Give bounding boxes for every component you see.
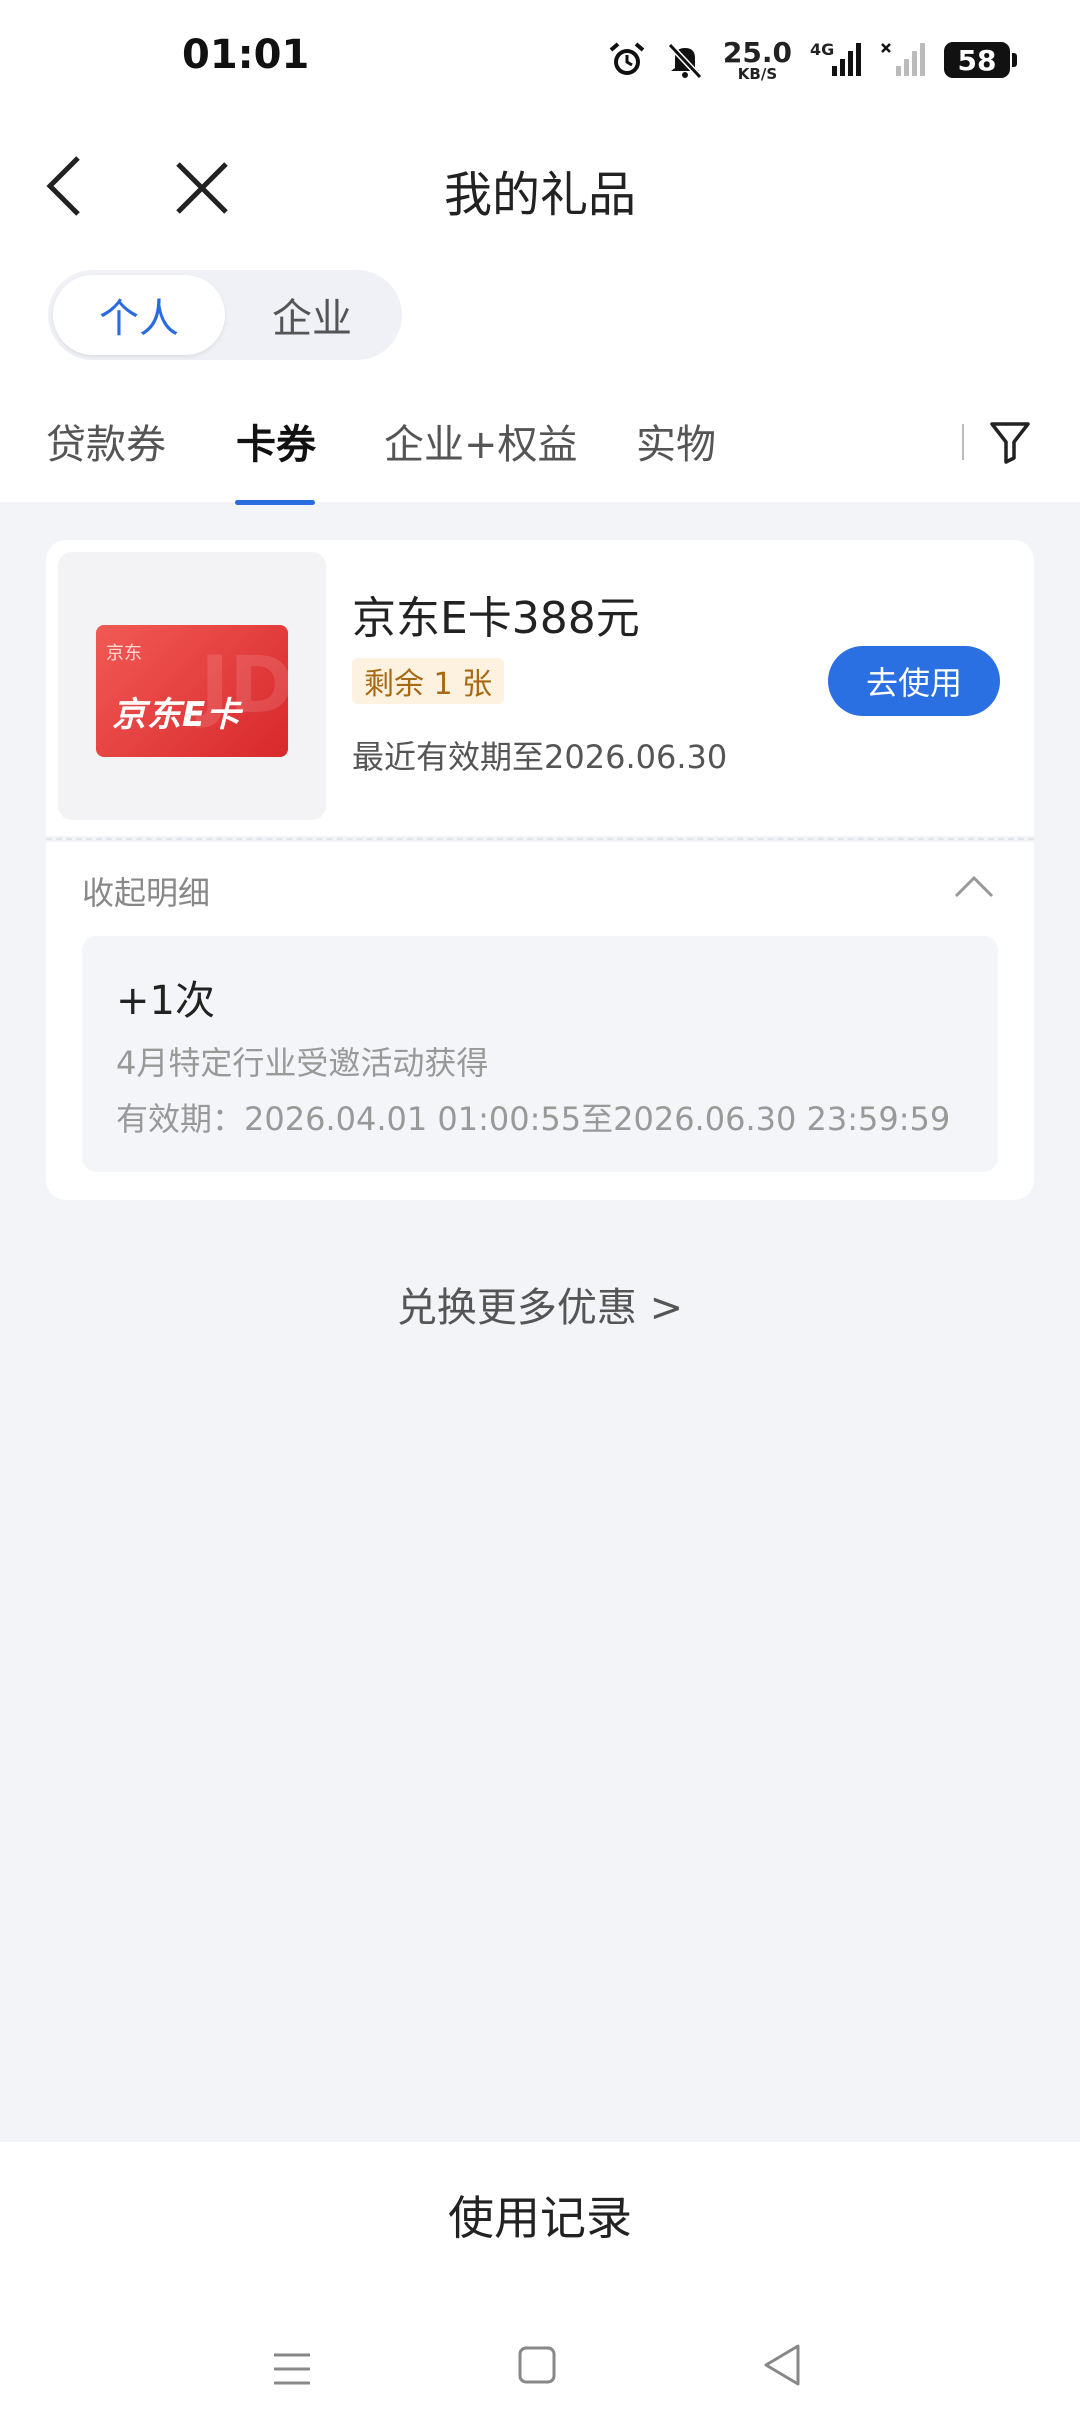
expiry-text: 最近有效期至2026.06.30 [352, 738, 728, 776]
net-speed-value: 25.0 [722, 35, 792, 69]
active-tab-indicator [235, 500, 315, 505]
mute-icon [667, 42, 703, 80]
account-type-segment: 个人 企业 [48, 270, 402, 360]
filter-icon[interactable] [988, 418, 1032, 466]
bottom-bar: 使用记录 [0, 2142, 1080, 2412]
chevron-up-icon[interactable] [952, 872, 996, 902]
tab-physical[interactable]: 实物 [636, 412, 716, 470]
nav-home-icon[interactable] [516, 2344, 558, 2386]
signal-sim2-icon [881, 43, 925, 76]
detail-source: 4月特定行业受邀活动获得 [116, 1044, 489, 1082]
gift-card-image: JD 京东 京东E卡 [58, 552, 326, 820]
collapse-detail-button[interactable]: 收起明细 [82, 868, 210, 914]
use-button[interactable]: 去使用 [828, 646, 1000, 716]
tab-divider [962, 424, 964, 460]
status-icons: 25.0 KB/S 4G 58 [607, 30, 1017, 90]
card-divider [46, 838, 1034, 840]
ecard-brand: 京东 [106, 643, 142, 664]
nav-menu-icon[interactable] [270, 2347, 314, 2391]
remaining-badge: 剩余 1 张 [352, 658, 505, 704]
signal-icon [832, 43, 861, 76]
segment-enterprise[interactable]: 企业 [226, 275, 398, 355]
tab-loan-coupon[interactable]: 贷款券 [46, 412, 166, 470]
gift-card: JD 京东 京东E卡 京东E卡388元 剩余 1 张 最近有效期至2026.06… [46, 540, 1034, 836]
signal-4g: 4G [810, 40, 862, 80]
status-time: 01:01 [182, 32, 310, 78]
page-title: 我的礼品 [443, 167, 636, 223]
net-speed: 25.0 KB/S [722, 35, 792, 83]
nav-back-icon[interactable] [760, 2342, 804, 2388]
alarm-icon [609, 42, 645, 75]
detail-record: +1次 4月特定行业受邀活动获得 有效期：2026.04.01 01:00:55… [82, 936, 998, 1172]
jd-ecard-image: JD 京东 京东E卡 [96, 625, 288, 757]
segment-personal[interactable]: 个人 [53, 275, 225, 355]
ecard-title: 京东E卡 [112, 695, 242, 735]
detail-count: +1次 [116, 978, 215, 1024]
tab-enterprise-benefits[interactable]: 企业+权益 [384, 412, 578, 470]
tab-card-coupon[interactable]: 卡券 [236, 412, 316, 470]
usage-record-button[interactable]: 使用记录 [0, 2182, 1080, 2248]
gift-name: 京东E卡388元 [352, 593, 640, 644]
battery-icon: 58 [944, 42, 1017, 78]
net-speed-unit: KB/S [737, 64, 778, 83]
gift-detail-panel: 收起明细 +1次 4月特定行业受邀活动获得 有效期：2026.04.01 01:… [46, 842, 1034, 1200]
redeem-more-link[interactable]: 兑换更多优惠 > [0, 1275, 1080, 1333]
detail-validity: 有效期：2026.04.01 01:00:55至2026.06.30 23:59… [116, 1100, 951, 1138]
